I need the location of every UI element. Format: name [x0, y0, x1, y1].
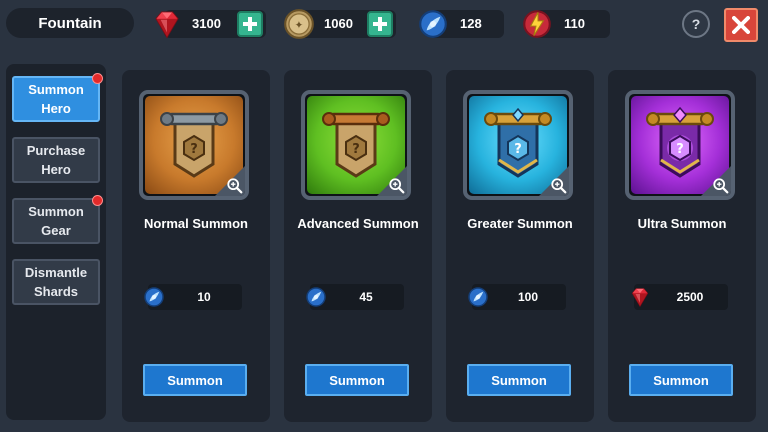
sidebar-item-summon-hero[interactable]: Summon Hero — [12, 73, 103, 122]
energy-icon — [520, 7, 554, 41]
summon-advanced-button[interactable]: Summon — [305, 364, 409, 396]
coins-value: 1060 — [324, 16, 353, 31]
top-bar: Fountain 3100 1060 128 110 ? — [0, 0, 768, 50]
buy-coins-button[interactable] — [367, 11, 393, 37]
summon-name: Ultra Summon — [637, 216, 727, 231]
cost-box: 10 — [148, 284, 242, 310]
cost-box: 45 — [310, 284, 404, 310]
summon-scroll-icon — [416, 7, 450, 41]
summon-scrolls-counter: 128 — [430, 10, 504, 38]
sidebar-item-label: Dismantle Shards — [24, 265, 88, 299]
sidebar-item-summon-gear[interactable]: Summon Gear — [12, 195, 103, 244]
summon-card-greater: ? Greater Summon 100 Summon — [446, 70, 594, 422]
sidebar-item-dismantle-shards[interactable]: Dismantle Shards — [12, 259, 100, 305]
summon-name: Greater Summon — [467, 216, 573, 231]
sidebar: Summon Hero Purchase Hero Summon Gear Di… — [6, 64, 106, 420]
help-button[interactable]: ? — [682, 10, 710, 38]
gems-counter: 3100 — [164, 10, 266, 38]
summon-scroll-icon — [466, 285, 490, 309]
ruby-gem-icon — [150, 7, 184, 41]
sidebar-item-label: Summon Gear — [28, 204, 84, 238]
question-mark-icon: ? — [691, 16, 701, 32]
cost-box: 100 — [472, 284, 566, 310]
energy-counter: 110 — [534, 10, 610, 38]
summon-card-normal: ? Normal Summon 10 Summon — [122, 70, 270, 422]
summon-preview[interactable]: ? — [139, 90, 249, 200]
summon-greater-button[interactable]: Summon — [467, 364, 571, 396]
sidebar-item-label: Summon Hero — [28, 82, 84, 116]
plus-icon — [243, 17, 257, 31]
gems-value: 3100 — [192, 16, 221, 31]
summon-card-advanced: ? Advanced Summon 45 Summon — [284, 70, 432, 422]
close-button[interactable] — [724, 8, 758, 42]
ruby-gem-icon — [628, 285, 652, 309]
energy-value: 110 — [564, 16, 585, 31]
buy-gems-button[interactable] — [237, 11, 263, 37]
coin-icon — [282, 7, 316, 41]
summon-preview[interactable]: ? — [463, 90, 573, 200]
summon-ultra-button[interactable]: Summon — [629, 364, 733, 396]
plus-icon — [373, 17, 387, 31]
cost-value: 10 — [197, 290, 211, 304]
summon-name: Advanced Summon — [297, 216, 419, 231]
summon-scroll-icon — [142, 285, 166, 309]
zoom-icon[interactable] — [226, 177, 244, 195]
summon-name: Normal Summon — [143, 216, 248, 231]
cost-value: 2500 — [676, 290, 704, 304]
svg-text:?: ? — [352, 142, 360, 157]
svg-text:?: ? — [190, 142, 198, 157]
summon-normal-button[interactable]: Summon — [143, 364, 247, 396]
summon-scroll-icon — [304, 285, 328, 309]
zoom-icon[interactable] — [388, 177, 406, 195]
close-icon — [732, 16, 750, 34]
summon-preview[interactable]: ? — [301, 90, 411, 200]
cost-value: 45 — [359, 290, 373, 304]
summon-scrolls-value: 128 — [460, 16, 482, 31]
svg-text:?: ? — [676, 142, 684, 157]
cost-box: 2500 — [634, 284, 728, 310]
sidebar-item-purchase-hero[interactable]: Purchase Hero — [12, 137, 100, 183]
summon-card-ultra: ? Ultra Summon 2500 Summon — [608, 70, 756, 422]
zoom-icon[interactable] — [712, 177, 730, 195]
zoom-icon[interactable] — [550, 177, 568, 195]
svg-text:?: ? — [514, 142, 522, 157]
notification-dot-icon — [92, 73, 103, 84]
notification-dot-icon — [92, 195, 103, 206]
coins-counter: 1060 — [296, 10, 396, 38]
cost-value: 100 — [517, 290, 539, 304]
page-title: Fountain — [6, 8, 134, 38]
summon-preview[interactable]: ? — [625, 90, 735, 200]
sidebar-item-label: Purchase Hero — [26, 143, 86, 177]
